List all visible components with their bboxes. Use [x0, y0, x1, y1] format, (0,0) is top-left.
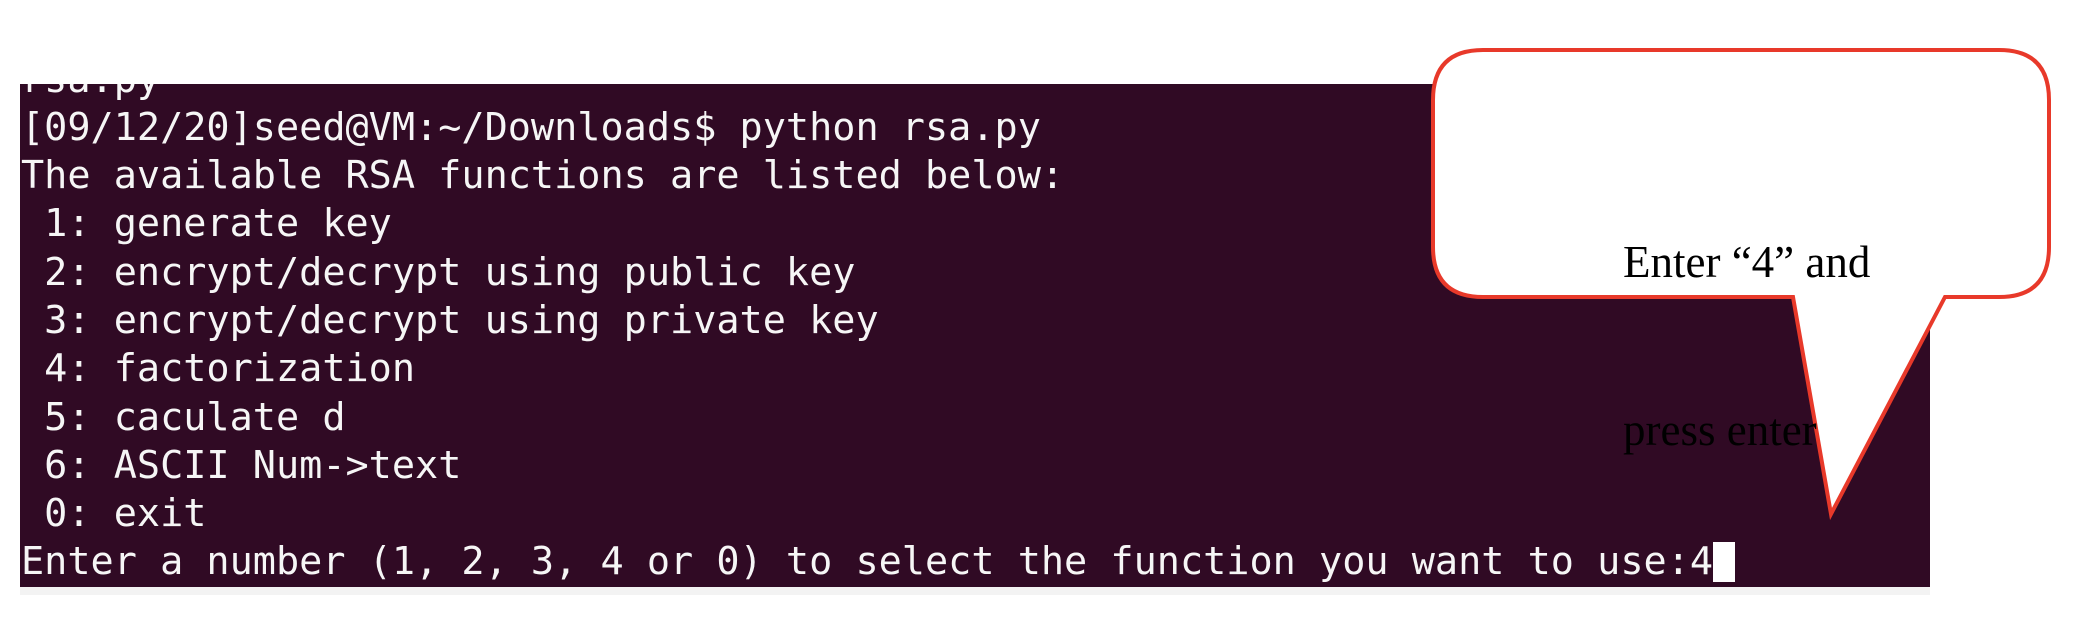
terminal-bottom-border — [20, 587, 1930, 595]
menu-option-3: 3: encrypt/decrypt using private key — [21, 297, 879, 343]
menu-option-6: 6: ASCII Num->text — [21, 442, 462, 488]
callout-text: Enter “4” and press enter — [1623, 122, 1870, 514]
terminal-line-command: [09/12/20]seed@VM:~/Downloads$ python rs… — [21, 104, 1041, 150]
terminal-line: rsa.py — [21, 84, 1735, 104]
terminal-input-line[interactable]: Enter a number (1, 2, 3, 4 or 0) to sele… — [21, 538, 1736, 586]
menu-option-1: 1: generate key — [21, 201, 392, 247]
terminal-output: rsa.py [09/12/20]seed@VM:~/Downloads$ py… — [21, 84, 1736, 587]
menu-option-5: 5: caculate d — [21, 394, 346, 440]
menu-option-2: 2: encrypt/decrypt using public key — [21, 249, 856, 295]
callout-line-1: Enter “4” and — [1623, 237, 1871, 287]
callout-line-2: press enter — [1623, 405, 1817, 455]
menu-option-0: 0: exit — [21, 491, 207, 537]
input-prompt: Enter a number (1, 2, 3, 4 or 0) to sele… — [21, 539, 1690, 585]
text-cursor — [1713, 542, 1736, 583]
terminal-line: The available RSA functions are listed b… — [21, 153, 1065, 199]
menu-option-4: 4: factorization — [21, 346, 416, 392]
input-value[interactable]: 4 — [1690, 539, 1713, 584]
